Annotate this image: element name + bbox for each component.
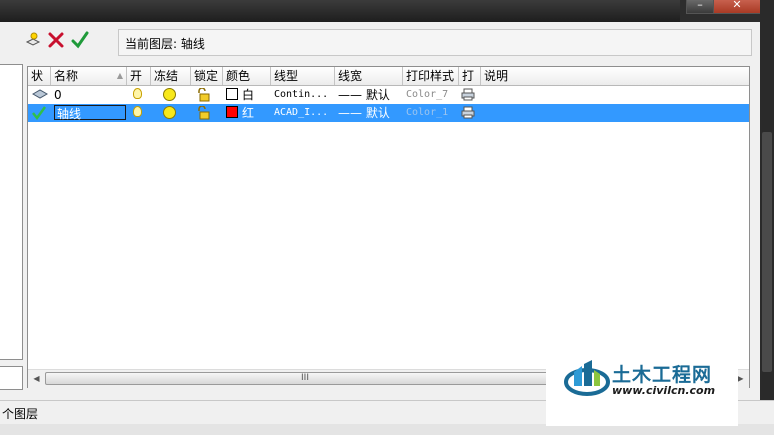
layer-freeze-toggle[interactable]: [151, 104, 191, 122]
col-header-linetype[interactable]: 线型: [271, 67, 335, 85]
set-current-button[interactable]: [71, 31, 89, 49]
window-titlebar: – ✕: [0, 0, 774, 22]
layer-status-cell[interactable]: [28, 104, 51, 122]
col-header-on[interactable]: 开: [127, 67, 151, 85]
new-layer-button[interactable]: [24, 31, 42, 49]
layer-plotstyle-cell[interactable]: Color_7: [404, 86, 458, 104]
layer-name-cell[interactable]: 0: [52, 86, 126, 104]
current-layer-label: 当前图层: 轴线: [125, 37, 205, 51]
table-row[interactable]: 轴线 红 ACAD_I... —— 默认 Color_1: [28, 104, 749, 122]
current-layer-check-icon: [32, 106, 46, 120]
scroll-left-icon[interactable]: ◀: [28, 370, 45, 388]
layer-plot-toggle[interactable]: [459, 86, 481, 104]
table-row[interactable]: 0 白 Contin... —— 默认 Color_7: [28, 86, 749, 104]
delete-layer-button[interactable]: [47, 31, 65, 49]
layer-list-header: 状 名称 ▲ 开 冻结 锁定 颜色 线型 线宽 打印样式 打 说明: [28, 67, 749, 86]
close-window-button[interactable]: ✕: [713, 0, 761, 14]
layer-color-cell[interactable]: 红: [224, 104, 271, 122]
civilcn-logo-icon: [564, 360, 610, 396]
sun-icon: [163, 88, 176, 101]
unlock-icon: [198, 88, 210, 102]
lightbulb-icon: [133, 106, 142, 117]
checkmark-icon: [71, 31, 89, 49]
layer-filter-tree[interactable]: [0, 64, 23, 360]
printer-icon: [461, 88, 475, 101]
col-header-lock[interactable]: 锁定: [191, 67, 223, 85]
watermark: 土木工程网 www.civilcn.com: [546, 340, 738, 426]
layer-lock-toggle[interactable]: [191, 104, 223, 122]
col-header-name[interactable]: 名称 ▲: [51, 67, 127, 85]
layer-color-cell[interactable]: 白: [224, 86, 271, 104]
titlebar-glass: [0, 0, 680, 22]
status-text: 个图层: [2, 407, 39, 421]
layer-plotstyle-cell[interactable]: Color_1: [404, 104, 458, 122]
layer-linetype-cell[interactable]: Contin...: [272, 86, 334, 104]
delete-icon: [48, 32, 64, 48]
sun-icon: [163, 106, 176, 119]
col-header-plot[interactable]: 打: [459, 67, 481, 85]
new-layer-icon: [25, 32, 41, 46]
col-header-lineweight[interactable]: 线宽: [335, 67, 403, 85]
unlock-icon: [198, 106, 210, 120]
layer-status-cell[interactable]: [28, 86, 51, 104]
layer-on-toggle[interactable]: [127, 86, 151, 104]
layer-plot-toggle[interactable]: [459, 104, 481, 122]
current-layer-display: 当前图层: 轴线: [118, 29, 752, 56]
col-header-freeze[interactable]: 冻结: [151, 67, 191, 85]
minimize-button[interactable]: –: [686, 0, 714, 14]
layer-lineweight-cell[interactable]: —— 默认: [336, 86, 402, 104]
col-header-status[interactable]: 状: [28, 67, 51, 85]
filter-tree-scroll[interactable]: [0, 366, 23, 390]
col-header-plotstyle[interactable]: 打印样式: [403, 67, 459, 85]
layer-lineweight-cell[interactable]: —— 默认: [336, 104, 402, 122]
col-header-color[interactable]: 颜色: [223, 67, 271, 85]
watermark-title: 土木工程网: [612, 364, 713, 386]
layer-on-toggle[interactable]: [127, 104, 151, 122]
layer-lock-toggle[interactable]: [191, 86, 223, 104]
watermark-url: www.civilcn.com: [612, 384, 716, 397]
col-header-description[interactable]: 说明: [481, 67, 749, 85]
minimize-icon: –: [697, 0, 703, 11]
lightbulb-icon: [133, 88, 142, 99]
layer-name-edit-field[interactable]: 轴线: [54, 105, 126, 121]
layer-stack-icon: [32, 89, 48, 99]
printer-icon: [461, 106, 475, 119]
layer-freeze-toggle[interactable]: [151, 86, 191, 104]
scrollbar-thumb[interactable]: III: [45, 372, 565, 385]
color-swatch: [226, 88, 238, 100]
close-icon: ✕: [732, 0, 742, 11]
vertical-scrollbar-thumb[interactable]: [762, 132, 772, 372]
color-swatch: [226, 106, 238, 118]
vertical-scrollbar[interactable]: [760, 0, 774, 435]
sort-ascending-icon: ▲: [116, 71, 123, 80]
layer-linetype-cell[interactable]: ACAD_I...: [272, 104, 334, 122]
